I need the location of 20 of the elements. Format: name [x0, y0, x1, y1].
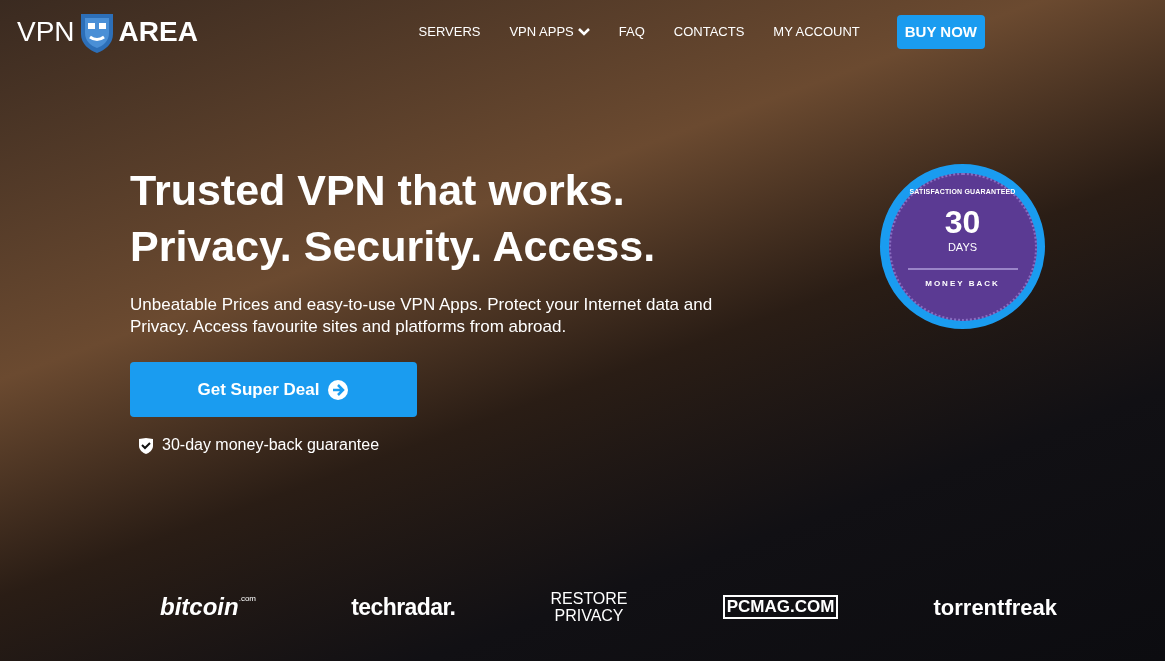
badge-number: 30: [944, 205, 981, 239]
badge-bottom-text: MONEY BACK: [925, 277, 1000, 290]
torrentfreak-logo: torrentfreak: [933, 593, 1057, 622]
hero-description: Unbeatable Prices and easy-to-use VPN Apps. Protect your Internet data and Privacy. Access favourite sites and platforms from abroad.: [130, 294, 714, 338]
techradar-logo: techradar.: [351, 592, 456, 622]
logo-text: VPN: [17, 15, 75, 49]
nav-link[interactable]: FAQ: [618, 22, 645, 42]
nav-link[interactable]: SERVERS: [418, 22, 481, 42]
chevron-down-icon: [577, 27, 590, 37]
nav-link[interactable]: MY ACCOUNT: [773, 22, 860, 42]
hero-headline: Trusted VPN that works. Privacy. Security. Access.: [130, 165, 657, 272]
shield-check-icon: [138, 436, 154, 454]
pcmag-logo: PCMAG.COM: [722, 595, 839, 619]
guarantee-text: 30-day money-back guarantee: [162, 435, 380, 455]
nav-dropdown[interactable]: VPN APPS: [509, 22, 590, 42]
badge-unit: DAYS: [947, 240, 978, 255]
restore-privacy-logo: RESTORE PRIVACY: [550, 590, 628, 624]
arrow-circle-icon: [327, 378, 350, 401]
logo-text: AREA: [118, 15, 198, 49]
nav-link[interactable]: CONTACTS: [673, 22, 745, 42]
